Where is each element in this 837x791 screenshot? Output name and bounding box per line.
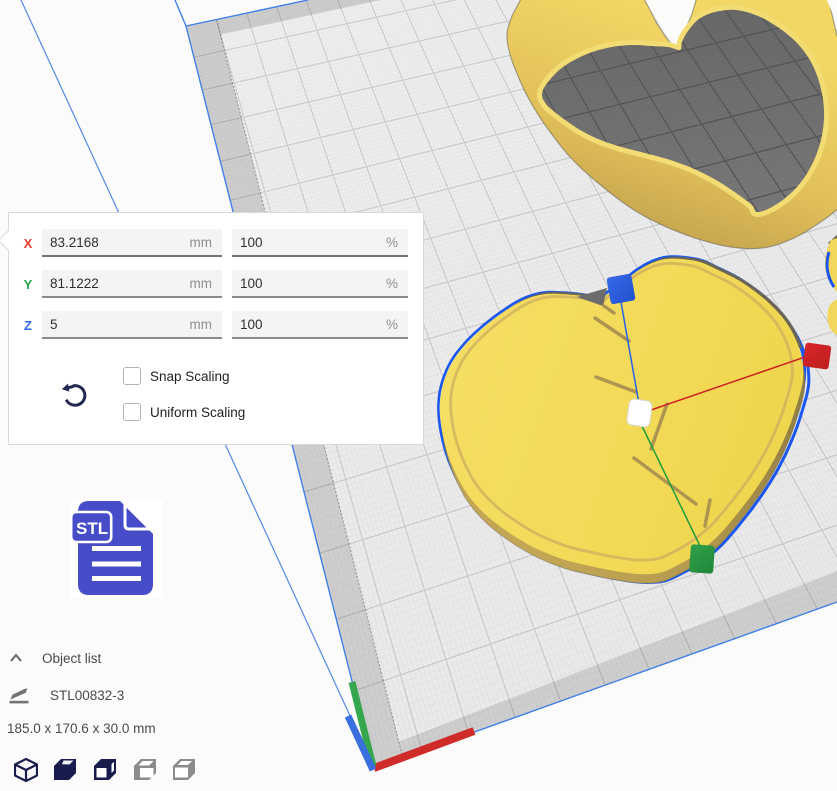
svg-text:STL: STL (76, 519, 108, 538)
